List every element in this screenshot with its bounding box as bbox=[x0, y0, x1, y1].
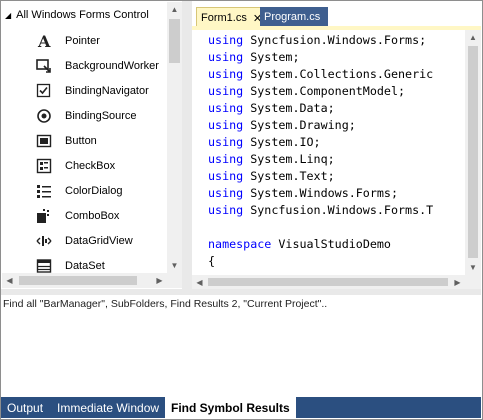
combobox-icon bbox=[35, 207, 53, 225]
toolbox-item-combobox[interactable]: ComboBox bbox=[35, 206, 119, 226]
toolbox-group-label: All Windows Forms Control bbox=[16, 9, 149, 21]
scroll-thumb[interactable] bbox=[169, 19, 180, 63]
toolbox-item-bindingsource[interactable]: BindingSource bbox=[35, 106, 137, 126]
document-tabstrip: Form1.cs ✕ Program.cs bbox=[192, 1, 481, 28]
binding-source-icon bbox=[35, 107, 53, 125]
toolbox-item-label: BindingNavigator bbox=[65, 85, 149, 97]
scroll-down-arrow-icon[interactable]: ▼ bbox=[465, 260, 481, 275]
code-line: { bbox=[208, 254, 216, 268]
code-line: using System.Drawing; bbox=[208, 118, 356, 132]
scrollbar-corner bbox=[465, 275, 481, 289]
scroll-left-arrow-icon[interactable]: ◀ bbox=[192, 275, 207, 289]
toolbox-item-label: DataGridView bbox=[65, 235, 133, 247]
tab-label: Output bbox=[7, 400, 44, 415]
scroll-down-arrow-icon[interactable]: ▼ bbox=[167, 258, 182, 273]
pointer-icon: A bbox=[35, 32, 53, 50]
code-line: using System.IO; bbox=[208, 135, 321, 149]
toolbox-item-label: BindingSource bbox=[65, 110, 137, 122]
tab-program-cs[interactable]: Program.cs bbox=[260, 7, 328, 27]
toolbox-item-label: Button bbox=[65, 135, 97, 147]
scroll-thumb[interactable] bbox=[19, 276, 137, 285]
scroll-up-arrow-icon[interactable]: ▲ bbox=[167, 2, 182, 17]
code-line: using System.Collections.Generic bbox=[208, 67, 434, 81]
toolbox-item-datagridview[interactable]: DataGridView bbox=[35, 231, 133, 251]
background-worker-icon bbox=[35, 57, 53, 75]
toolbox-item-label: ColorDialog bbox=[65, 185, 123, 197]
code-line: using System.Windows.Forms; bbox=[208, 186, 398, 200]
tab-immediate-window[interactable]: Immediate Window bbox=[55, 397, 161, 418]
toolbox-panel: ◢ All Windows Forms Control A Pointer Ba… bbox=[1, 1, 182, 289]
code-line: using System.ComponentModel; bbox=[208, 84, 406, 98]
bottom-tabstrip: Output Immediate Window Find Symbol Resu… bbox=[1, 397, 481, 418]
button-icon bbox=[35, 132, 53, 150]
tab-label: Form1.cs bbox=[201, 12, 247, 24]
toolbox-item-button[interactable]: Button bbox=[35, 131, 97, 151]
toolbox-horizontal-scrollbar[interactable]: ◀ ▶ bbox=[2, 273, 167, 288]
find-symbol-results-panel: Find all "BarManager", SubFolders, Find … bbox=[1, 295, 481, 397]
toolbox-item-bindingnavigator[interactable]: BindingNavigator bbox=[35, 81, 149, 101]
scroll-left-arrow-icon[interactable]: ◀ bbox=[2, 273, 17, 288]
code-line: using System.Linq; bbox=[208, 152, 335, 166]
tab-label: Immediate Window bbox=[57, 400, 160, 415]
code-line: using Syncfusion.Windows.Forms.T bbox=[208, 203, 434, 217]
toolbox-item-backgroundworker[interactable]: BackgroundWorker bbox=[35, 56, 159, 76]
editor-horizontal-scrollbar[interactable]: ◀ ▶ bbox=[192, 275, 465, 289]
tab-label: Program.cs bbox=[264, 11, 321, 23]
toolbox-item-checkbox[interactable]: CheckBox bbox=[35, 156, 115, 176]
code-line: using System.Data; bbox=[208, 101, 335, 115]
scrollbar-corner bbox=[167, 273, 182, 288]
toolbox-item-colordialog[interactable]: ColorDialog bbox=[35, 181, 122, 201]
toolbox-vertical-scrollbar[interactable]: ▲ ▼ bbox=[167, 2, 182, 273]
toolbox-item-label: Pointer bbox=[65, 35, 100, 47]
color-dialog-icon bbox=[35, 182, 53, 200]
code-line: using Syncfusion.Windows.Forms; bbox=[208, 33, 427, 47]
toolbox-item-label: CheckBox bbox=[65, 160, 116, 172]
checkbox-icon bbox=[35, 157, 53, 175]
scroll-thumb[interactable] bbox=[208, 278, 448, 286]
toolbox-item-label: ComboBox bbox=[65, 210, 120, 222]
toolbox-item-label: BackgroundWorker bbox=[65, 60, 159, 72]
results-text: Find all "BarManager", SubFolders, Find … bbox=[3, 298, 328, 310]
datagridview-icon bbox=[35, 232, 53, 250]
tab-label: Find Symbol Results bbox=[171, 400, 290, 415]
binding-navigator-icon bbox=[35, 82, 53, 100]
tab-form1-cs[interactable]: Form1.cs ✕ bbox=[196, 7, 268, 28]
toolbox-item-label: DataSet bbox=[65, 260, 105, 272]
code-line: namespace VisualStudioDemo bbox=[208, 237, 391, 251]
code-editor: Form1.cs ✕ Program.cs using Syncfusion.W… bbox=[192, 1, 481, 289]
tab-output[interactable]: Output bbox=[5, 397, 45, 418]
editor-vertical-scrollbar[interactable]: ▲ ▼ bbox=[465, 30, 481, 275]
code-line: using System; bbox=[208, 50, 300, 64]
tab-find-symbol-results[interactable]: Find Symbol Results bbox=[165, 397, 296, 418]
scroll-thumb[interactable] bbox=[468, 46, 478, 258]
scroll-right-arrow-icon[interactable]: ▶ bbox=[450, 275, 465, 289]
scroll-right-arrow-icon[interactable]: ▶ bbox=[152, 273, 167, 288]
code-line: using System.Text; bbox=[208, 169, 335, 183]
code-area[interactable]: using Syncfusion.Windows.Forms; using Sy… bbox=[192, 30, 465, 275]
collapse-triangle-icon[interactable]: ◢ bbox=[5, 11, 11, 20]
svg-text:A: A bbox=[37, 33, 51, 49]
toolbox-group-header[interactable]: ◢ All Windows Forms Control bbox=[5, 7, 149, 23]
scroll-up-arrow-icon[interactable]: ▲ bbox=[465, 30, 481, 45]
toolbox-item-pointer[interactable]: A Pointer bbox=[35, 31, 100, 51]
vertical-splitter[interactable] bbox=[182, 1, 192, 289]
